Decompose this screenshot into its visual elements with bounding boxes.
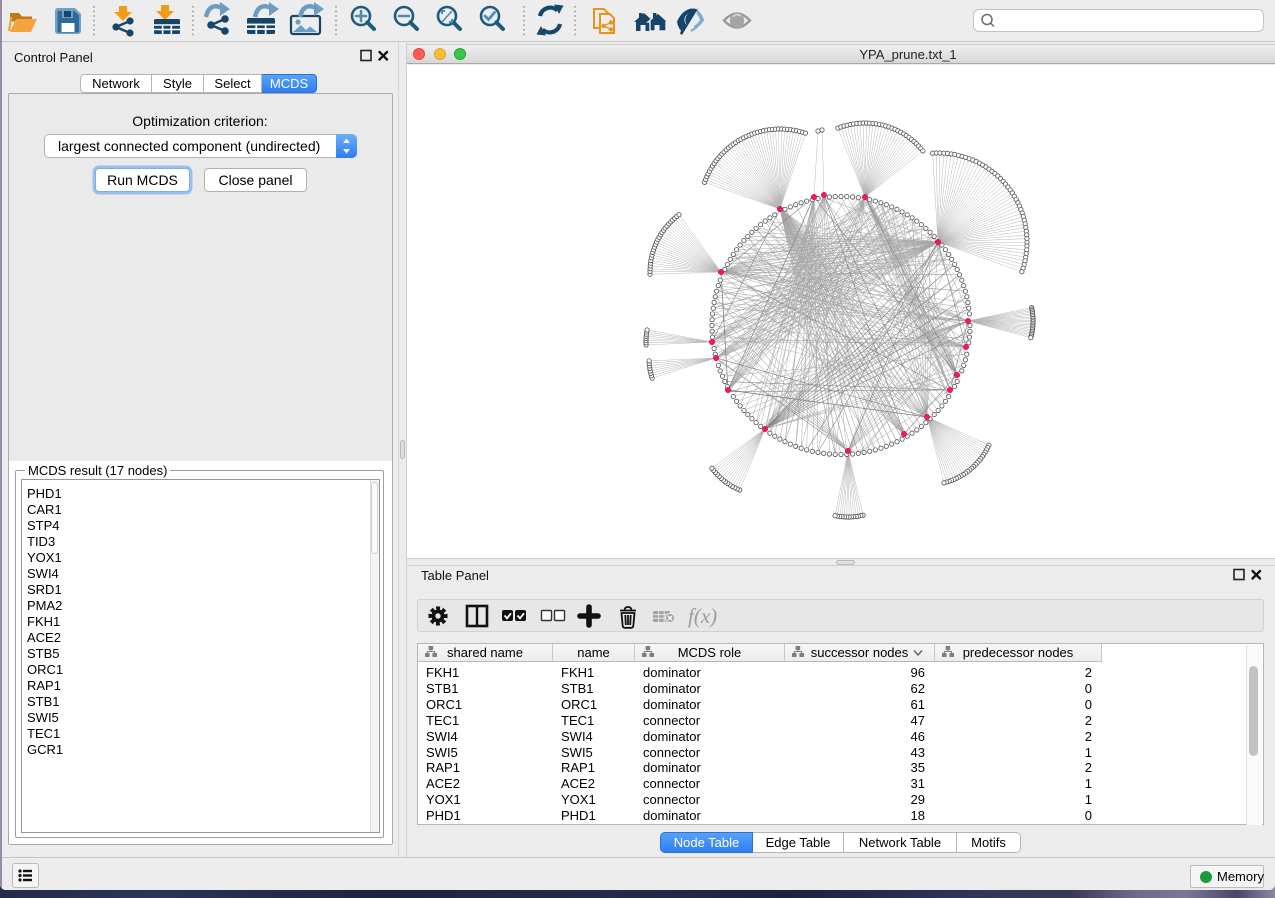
svg-text:f(x): f(x) (688, 604, 717, 628)
